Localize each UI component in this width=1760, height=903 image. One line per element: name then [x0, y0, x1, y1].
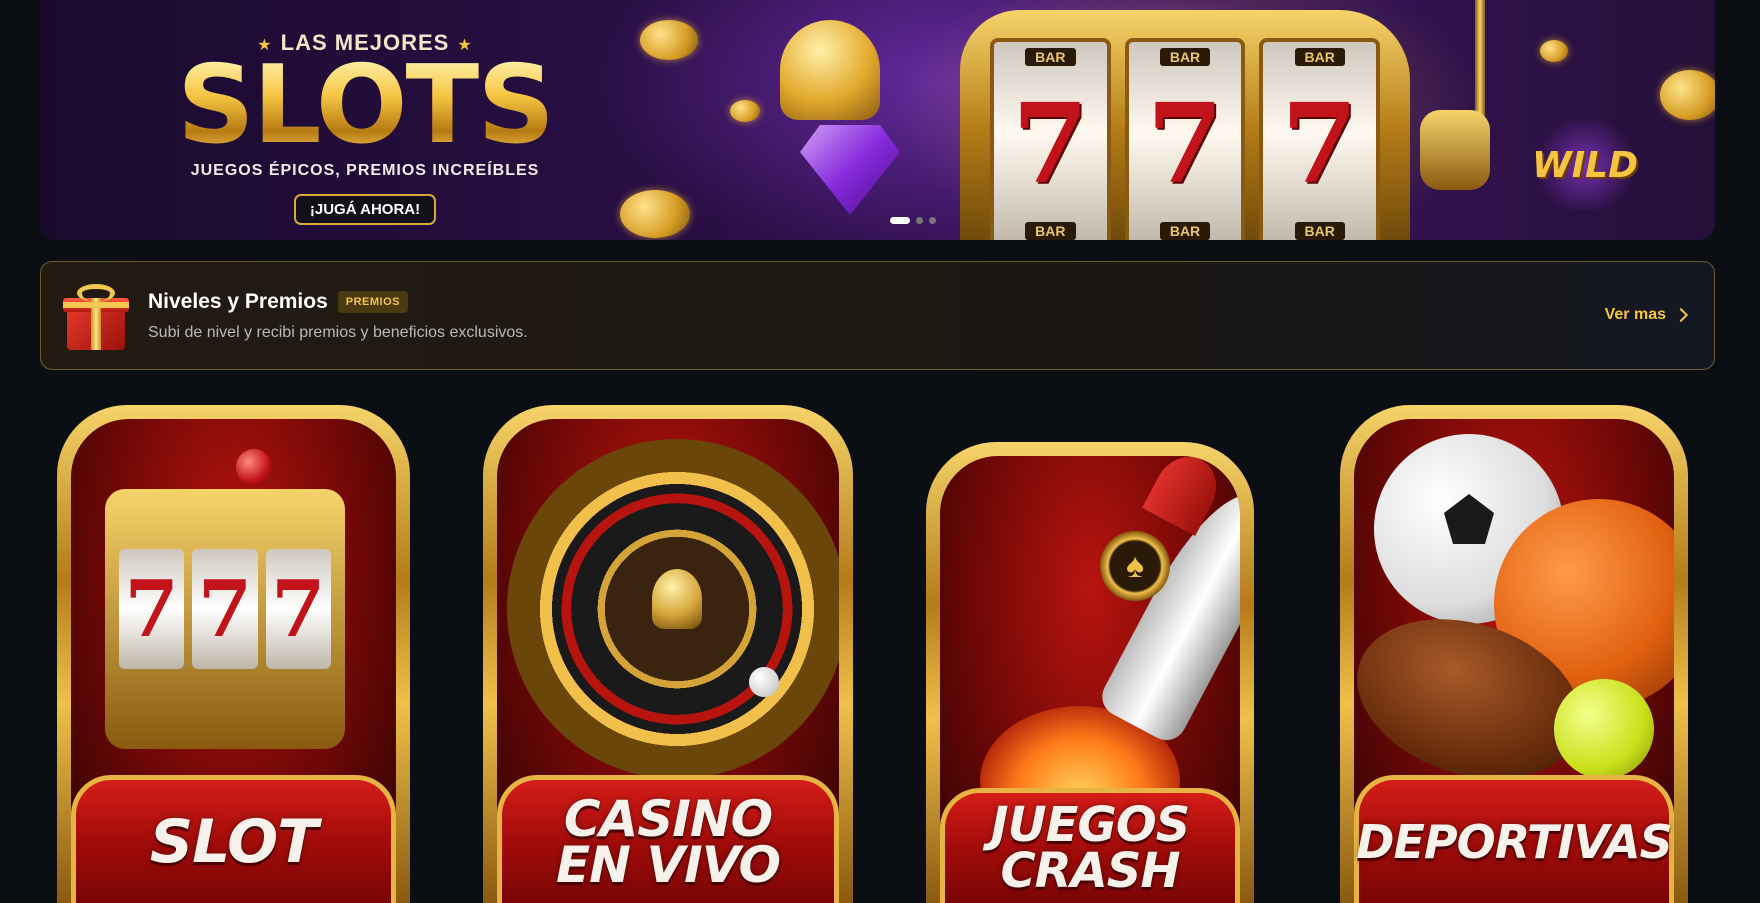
slot-machine-icon: 7 7 7 — [105, 489, 345, 749]
coin-icon — [620, 190, 690, 238]
promo-title: Niveles y Premios — [148, 290, 328, 313]
see-more-label: Ver mas — [1604, 306, 1666, 323]
hero-title: SLOTS — [155, 52, 575, 160]
category-label: DEPORTIVAS — [1356, 814, 1672, 869]
page: ★ LAS MEJORES ★ SLOTS JUEGOS ÉPICOS, PREMI… — [0, 0, 1760, 903]
coin-icon — [730, 100, 760, 122]
category-label-box: JUEGOS CRASH — [940, 788, 1240, 903]
category-card-live-casino[interactable]: CASINO EN VIVO — [483, 405, 853, 903]
gift-bow — [77, 284, 115, 302]
wild-badge: WILD — [1530, 120, 1640, 210]
spade-icon: ♠ — [1100, 531, 1170, 601]
category-label: JUEGOS CRASH — [990, 797, 1190, 899]
levels-rewards-banner[interactable]: Niveles y Premios PREMIOS Subi de nivel … — [40, 261, 1715, 370]
carousel-dot-1[interactable] — [890, 217, 910, 224]
reel: BAR 7 BAR — [1259, 38, 1381, 240]
hero-text: ★ LAS MEJORES ★ SLOTS JUEGOS ÉPICOS, PREMI… — [155, 30, 575, 225]
hero-subtitle: JUEGOS ÉPICOS, PREMIOS INCREÍBLES — [190, 162, 540, 179]
reel-symbol: 7 — [1281, 79, 1358, 208]
gift-ribbon — [63, 302, 129, 308]
coin-icon — [1660, 70, 1715, 120]
play-now-button[interactable]: ¡JUGÁ AHORA! — [293, 194, 437, 225]
reel-bar-label: BAR — [1294, 48, 1345, 66]
lever-base — [1420, 110, 1490, 190]
tennis-ball-icon — [1554, 679, 1654, 779]
category-label: SLOT — [149, 806, 318, 877]
category-card-slot[interactable]: 7 7 7 SLOT — [57, 405, 410, 903]
carousel-dot-3[interactable] — [929, 217, 936, 224]
coin-icon — [1540, 40, 1568, 62]
promo-title-row: Niveles y Premios PREMIOS — [148, 290, 409, 314]
carousel-dots — [890, 217, 936, 224]
promo-badge: PREMIOS — [337, 291, 409, 313]
reel-symbol: 7 — [119, 549, 185, 669]
chevron-right-icon — [1673, 307, 1689, 323]
reel-symbol: 7 — [265, 549, 331, 669]
reel-bar-label: BAR — [1025, 222, 1076, 240]
category-art: CASINO EN VIVO — [497, 419, 839, 903]
category-label-box: SLOT — [71, 775, 396, 903]
see-more-link[interactable]: Ver mas — [1604, 306, 1689, 324]
reel-symbol: 7 — [1012, 79, 1089, 208]
reel-symbol: 7 — [1146, 79, 1224, 208]
coin-icon — [640, 20, 698, 60]
roulette-ball — [749, 667, 779, 697]
category-art: DEPORTIVAS — [1354, 419, 1674, 903]
reel: BAR 7 BAR — [990, 38, 1111, 240]
category-label-box: CASINO EN VIVO — [497, 775, 839, 903]
roulette-hub — [652, 569, 702, 629]
lever-art — [1420, 0, 1510, 200]
category-card-sports[interactable]: DEPORTIVAS — [1340, 405, 1688, 903]
category-card-crash-games[interactable]: ♠ JUEGOS CRASH — [926, 442, 1254, 903]
carousel-dot-2[interactable] — [916, 217, 923, 224]
reel-bar-label: BAR — [1159, 48, 1211, 66]
reel-symbol: 7 — [192, 549, 258, 669]
category-art: 7 7 7 SLOT — [71, 419, 396, 903]
reel-bar-label: BAR — [1294, 222, 1345, 240]
category-label-box: DEPORTIVAS — [1354, 775, 1674, 903]
promo-description: Subi de nivel y recibi premios y benefic… — [148, 324, 528, 341]
hero-banner[interactable]: ★ LAS MEJORES ★ SLOTS JUEGOS ÉPICOS, PREMI… — [40, 0, 1715, 240]
bell-icon — [780, 20, 880, 120]
diamond-icon — [800, 125, 900, 215]
reel-bar-label: BAR — [1025, 48, 1076, 66]
slot-machine-art: BAR 7 BAR BAR 7 BAR BAR 7 BAR — [960, 10, 1410, 240]
category-label: CASINO EN VIVO — [555, 789, 781, 894]
gift-icon — [63, 284, 129, 350]
category-art: ♠ JUEGOS CRASH — [940, 456, 1240, 903]
reel: BAR 7 BAR — [1124, 38, 1246, 240]
reel-bar-label: BAR — [1159, 222, 1211, 240]
slot-knob — [236, 449, 272, 485]
